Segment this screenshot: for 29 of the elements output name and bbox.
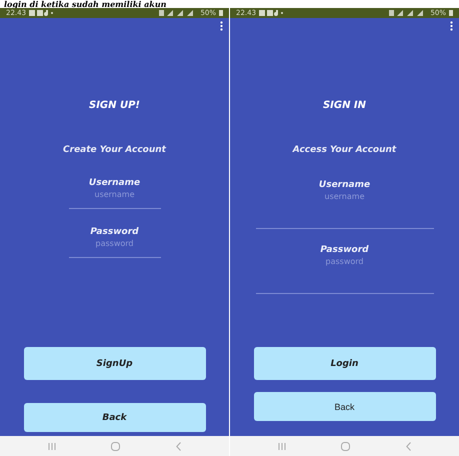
text-input[interactable]: username	[256, 191, 434, 229]
back-icon[interactable]	[176, 442, 182, 450]
battery-icon	[449, 10, 453, 16]
field-label: Password	[320, 245, 369, 256]
more-options-icon[interactable]	[450, 21, 453, 31]
home-icon[interactable]	[341, 442, 350, 450]
battery-icon	[219, 10, 223, 16]
home-icon[interactable]	[111, 442, 120, 450]
recent-apps-icon[interactable]	[278, 442, 286, 450]
caption-text: login di ketika sudah memiliki akun	[3, 0, 168, 8]
text-input[interactable]: password	[256, 256, 434, 294]
more-options-icon[interactable]	[220, 21, 223, 31]
action-button[interactable]: Back	[24, 403, 206, 432]
action-button[interactable]: SignUp	[24, 347, 206, 380]
recent-apps-icon[interactable]	[48, 442, 56, 450]
notification-icons	[259, 10, 284, 16]
screen-title: SIGN IN	[322, 100, 366, 112]
field-label: Username	[88, 178, 140, 189]
back-icon[interactable]	[406, 442, 412, 450]
notification-icons	[29, 10, 54, 16]
action-button[interactable]: Back	[254, 392, 436, 421]
screen-subtitle: Access Your Account	[292, 145, 396, 156]
field-label: Username	[318, 180, 370, 191]
screen-subtitle: Create Your Account	[63, 145, 166, 156]
action-button[interactable]: Login	[254, 347, 436, 380]
screen-title: SIGN UP!	[89, 100, 140, 112]
field-label: Password	[90, 227, 139, 238]
text-input[interactable]: password	[68, 238, 160, 258]
text-input[interactable]: username	[68, 189, 160, 209]
